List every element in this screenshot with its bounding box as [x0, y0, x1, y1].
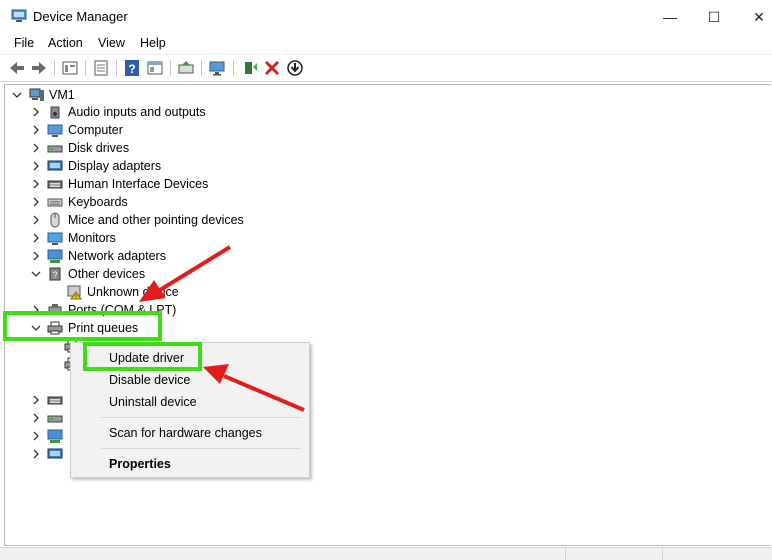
arrow-to-print-queues: [139, 245, 232, 302]
arrow-to-update-driver: [203, 364, 305, 412]
status-bar: [0, 547, 772, 560]
annotation-arrows: [139, 245, 305, 412]
